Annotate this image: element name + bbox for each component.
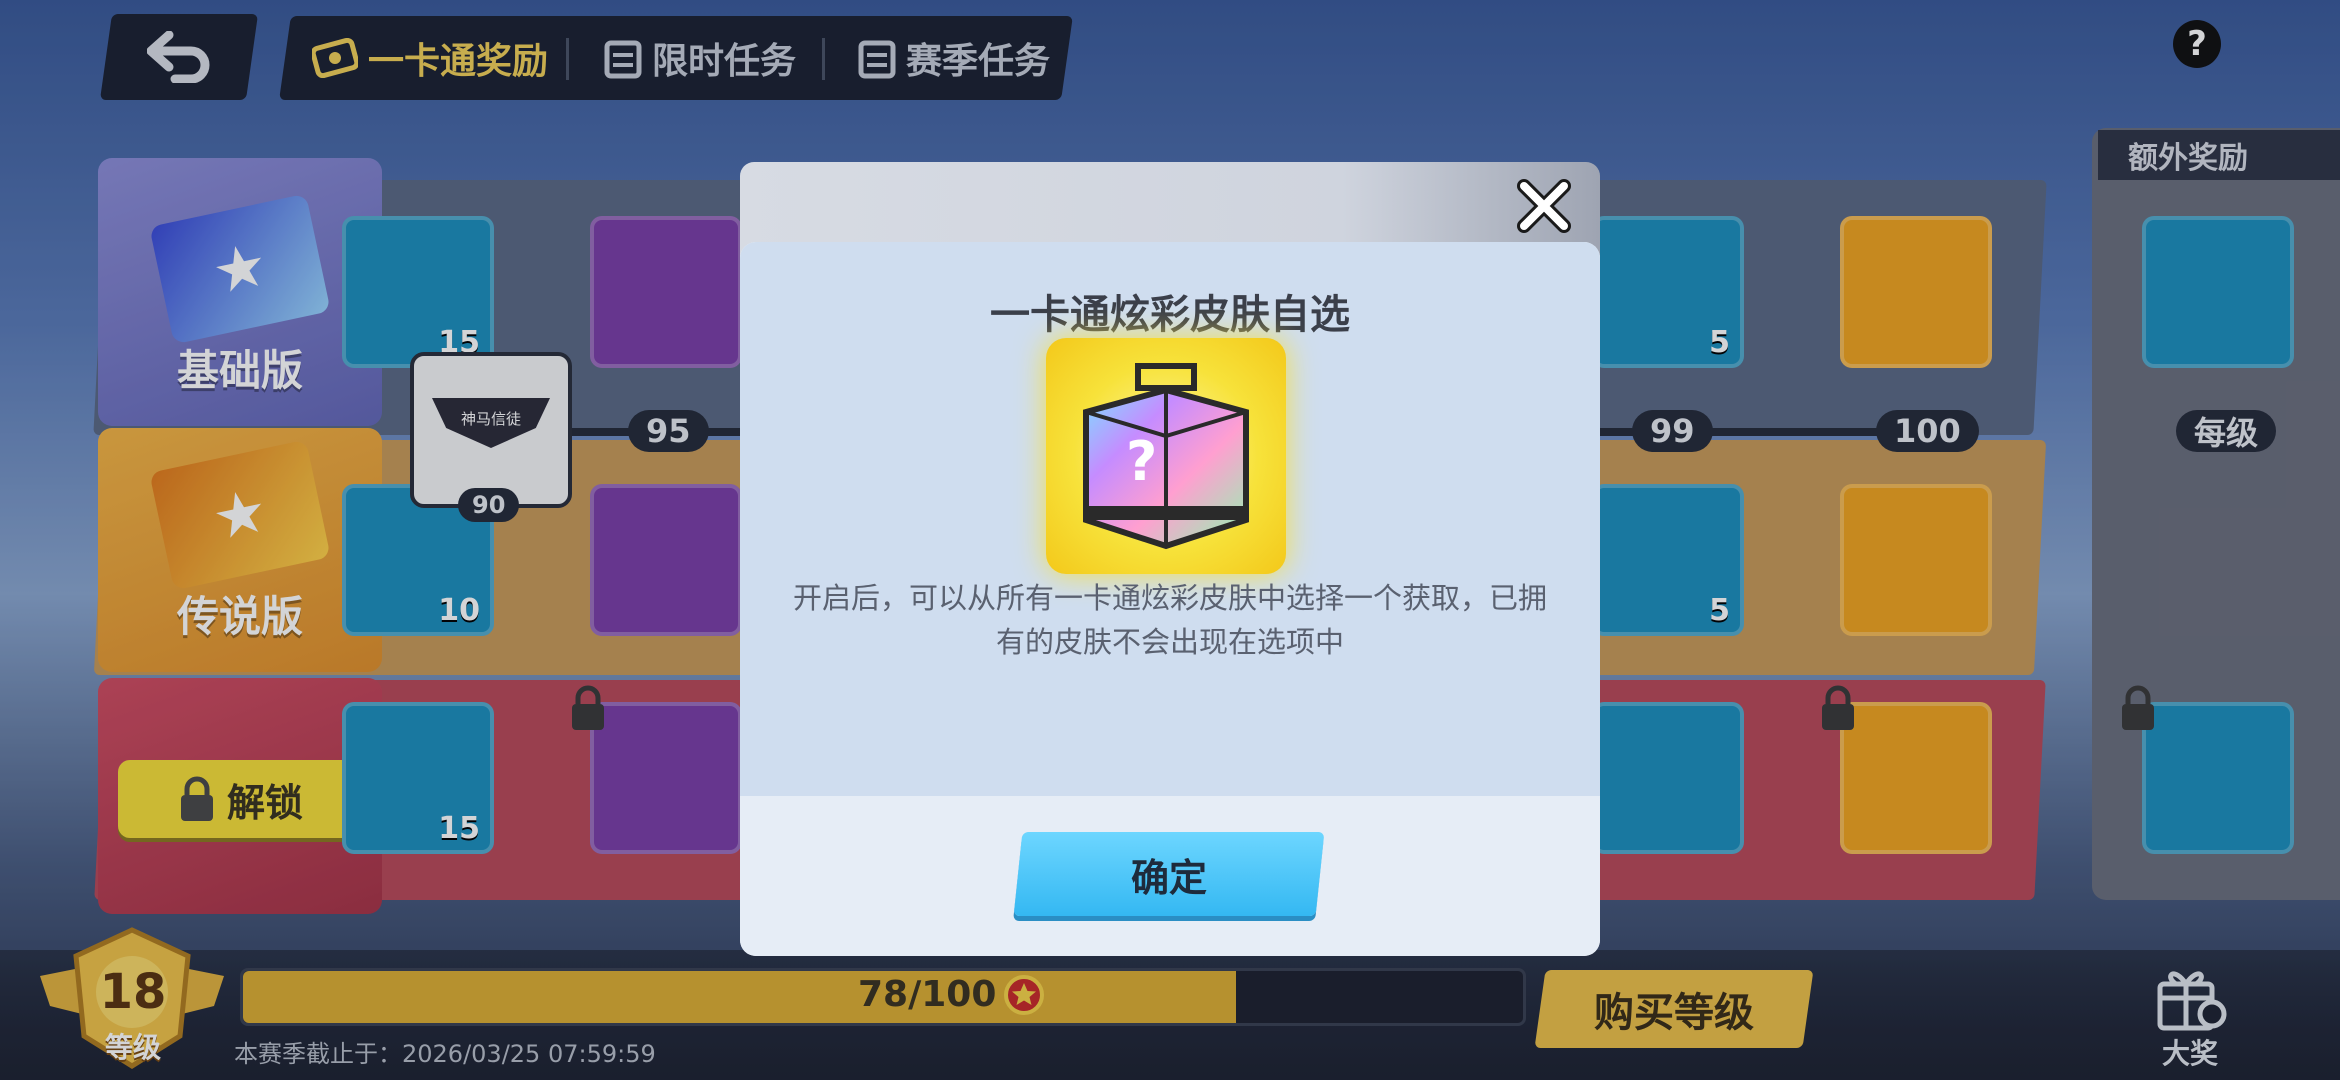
modal-description: 开启后，可以从所有一卡通炫彩皮肤中选择一个获取，已拥有的皮肤不会出现在选项中 xyxy=(792,581,1547,659)
skin-select-modal: 一卡通炫彩皮肤自选 ? 开启后，可以从所有一卡通炫彩皮肤中选择一个获取，已拥有的… xyxy=(740,242,1600,956)
confirm-button[interactable]: 确定 xyxy=(1013,832,1325,916)
modal-title: 一卡通炫彩皮肤自选 xyxy=(990,292,1350,338)
close-icon xyxy=(1517,179,1571,233)
confirm-label: 确定 xyxy=(1130,855,1207,900)
svg-text:?: ? xyxy=(1126,430,1157,493)
close-button[interactable] xyxy=(1514,176,1574,236)
rainbow-skin-box-icon[interactable]: ? xyxy=(1078,360,1254,552)
